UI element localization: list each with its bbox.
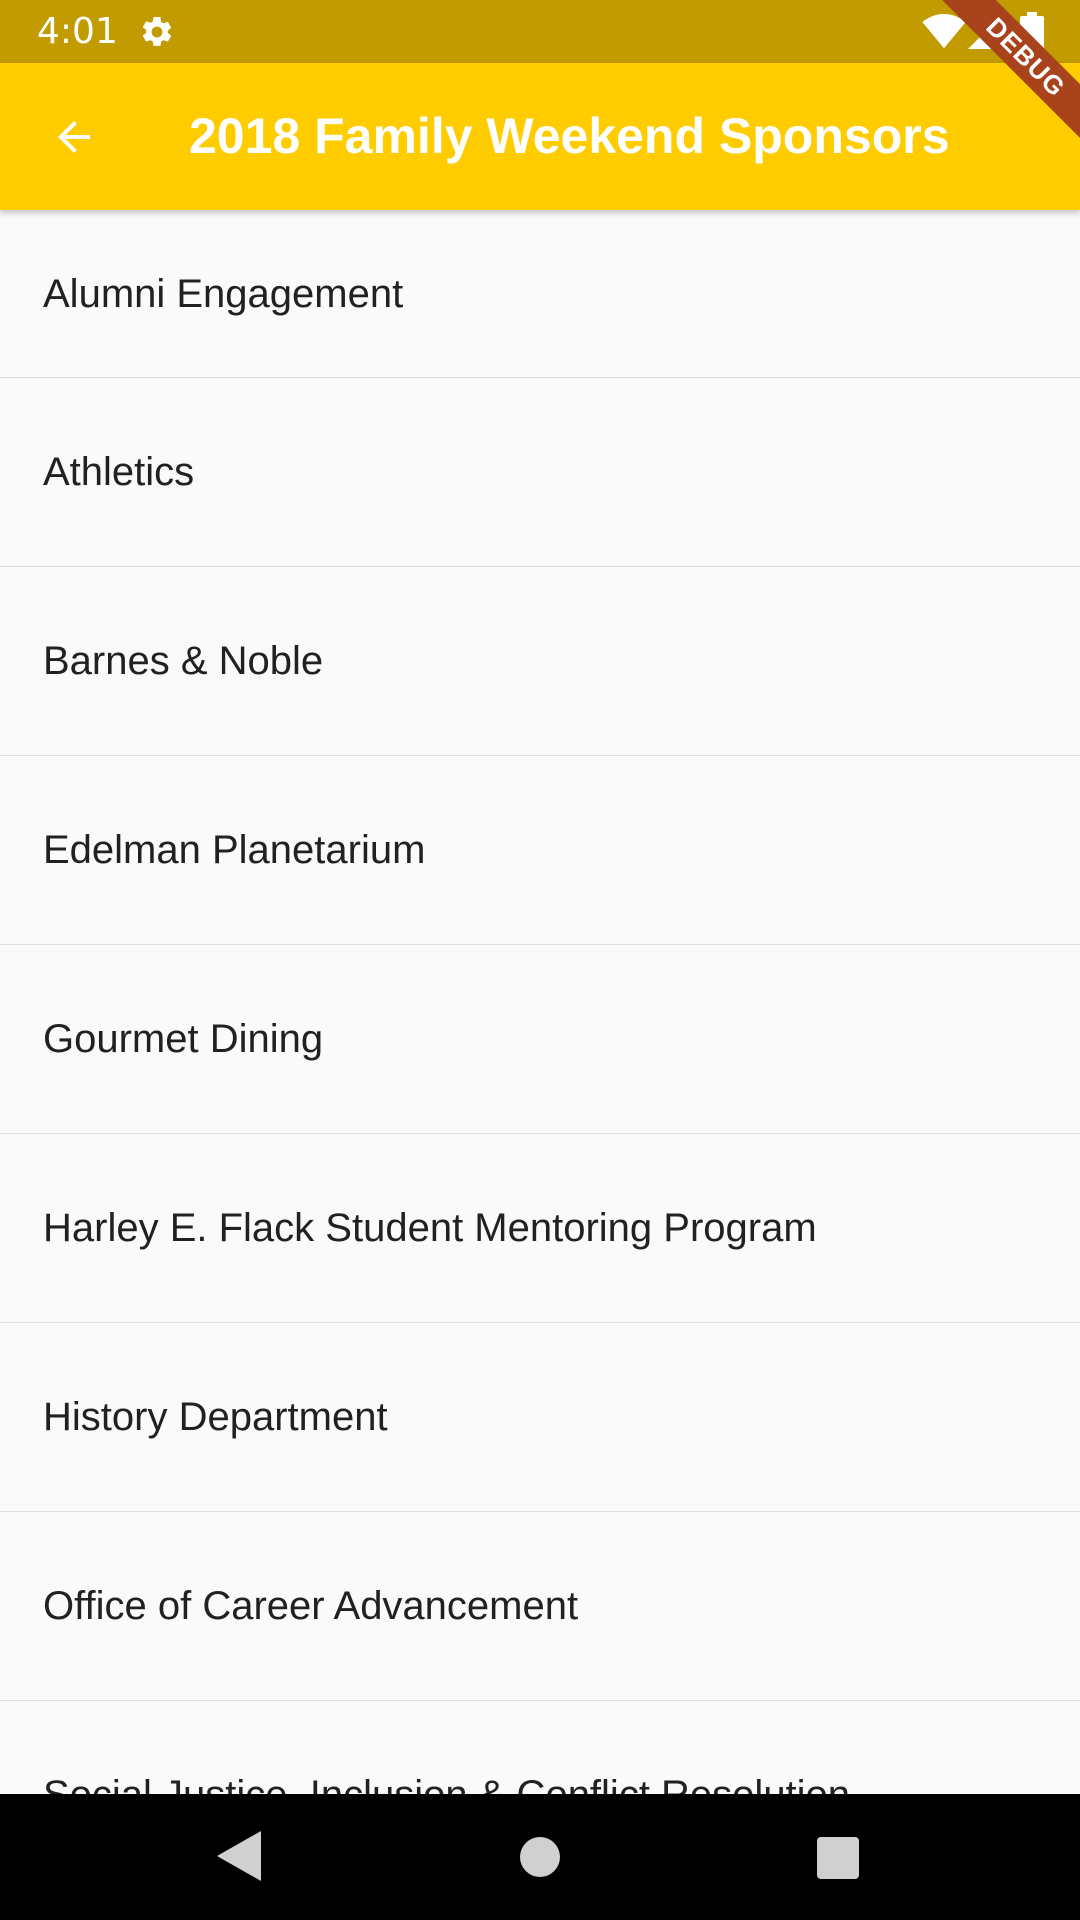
list-item[interactable]: Gourmet Dining (0, 945, 1080, 1134)
nav-home-icon[interactable] (520, 1837, 560, 1877)
page-title: 2018 Family Weekend Sponsors (189, 108, 950, 164)
system-nav-bar (0, 1794, 1080, 1920)
gear-icon (142, 16, 172, 46)
list-item[interactable]: Athletics (0, 378, 1080, 567)
list-item-label: Harley E. Flack Student Mentoring Progra… (43, 1206, 817, 1250)
cellular-signal-icon (968, 15, 1002, 49)
nav-recent-apps-icon[interactable] (817, 1837, 859, 1879)
back-button[interactable] (30, 93, 118, 181)
sponsor-list[interactable]: Alumni Engagement Athletics Barnes & Nob… (0, 210, 1080, 1794)
list-item[interactable]: Social Justice, Inclusion & Conflict Res… (0, 1701, 1080, 1794)
list-item-label: Office of Career Advancement (43, 1584, 579, 1628)
list-item[interactable]: History Department (0, 1323, 1080, 1512)
list-item-label: Alumni Engagement (43, 271, 404, 316)
list-item-label: History Department (43, 1395, 388, 1439)
list-item-label: Edelman Planetarium (43, 828, 426, 872)
list-item[interactable]: Barnes & Noble (0, 567, 1080, 756)
list-item[interactable]: Office of Career Advancement (0, 1512, 1080, 1701)
wifi-icon (922, 14, 966, 49)
list-item[interactable]: Edelman Planetarium (0, 756, 1080, 945)
app-bar: 2018 Family Weekend Sponsors (0, 63, 1080, 210)
list-item-label: Athletics (43, 450, 195, 494)
list-item[interactable]: Harley E. Flack Student Mentoring Progra… (0, 1134, 1080, 1323)
battery-icon (1020, 12, 1044, 52)
list-item-label: Gourmet Dining (43, 1017, 324, 1061)
list-item-label: Barnes & Noble (43, 639, 324, 683)
list-item-label: Social Justice, Inclusion & Conflict Res… (43, 1770, 850, 1794)
nav-back-icon[interactable] (217, 1831, 261, 1881)
arrow-back-icon (58, 121, 90, 153)
list-item[interactable]: Alumni Engagement (0, 210, 1080, 378)
status-bar: 4:01 (0, 0, 1080, 63)
status-time: 4:01 (37, 11, 118, 52)
